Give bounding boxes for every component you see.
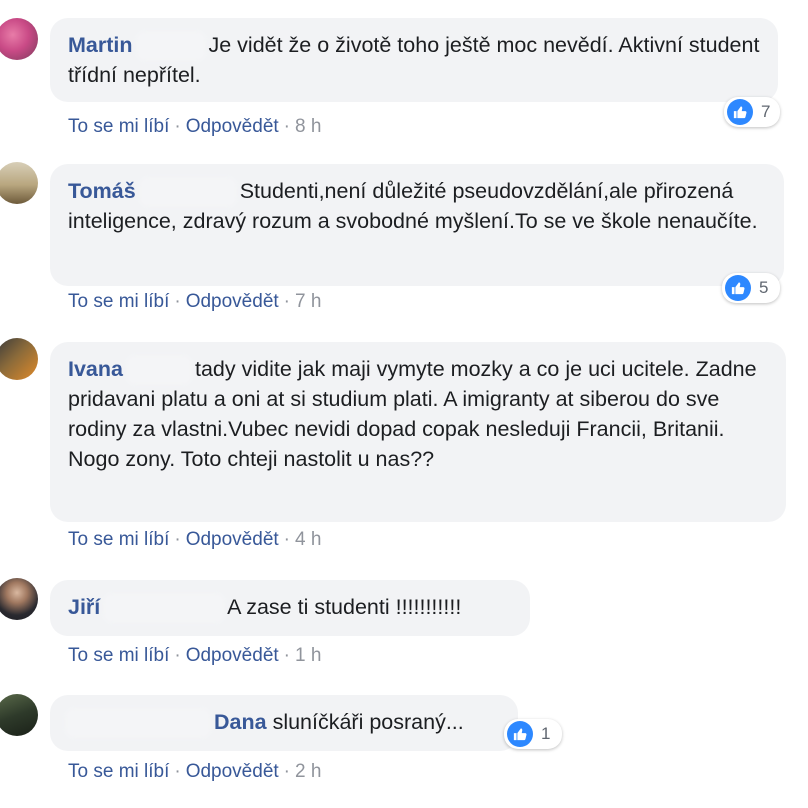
reaction-count[interactable]: 7 (724, 97, 780, 127)
avatar[interactable] (0, 162, 38, 204)
redacted-name (128, 358, 189, 383)
like-link[interactable]: To se mi líbí (68, 291, 169, 312)
like-link[interactable]: To se mi líbí (68, 116, 169, 137)
comment-author[interactable]: Ivana (68, 357, 123, 381)
reply-link[interactable]: Odpovědět (186, 645, 279, 666)
timestamp[interactable]: 7 h (295, 291, 321, 312)
comment-bubble: Jiří A zase ti studenti !!!!!!!!!!! (50, 580, 530, 636)
comment-actions: To se mi líbí · Odpovědět · 8 h (68, 116, 321, 138)
redacted-name (68, 711, 208, 736)
reply-link[interactable]: Odpovědět (186, 291, 279, 312)
comment-bubble: Tomáš Studenti,není důležité pseudovzděl… (50, 164, 784, 286)
like-icon (725, 275, 751, 301)
reaction-number: 5 (759, 278, 769, 297)
comment-author[interactable]: Tomáš (68, 179, 136, 203)
timestamp[interactable]: 2 h (295, 761, 321, 782)
avatar[interactable] (0, 338, 38, 380)
like-icon (507, 721, 533, 747)
avatar[interactable] (0, 18, 38, 60)
like-link[interactable]: To se mi líbí (68, 645, 169, 666)
separator-dot: · (174, 116, 181, 137)
like-link[interactable]: To se mi líbí (68, 761, 169, 782)
separator-dot: · (174, 645, 181, 666)
comment-actions: To se mi líbí · Odpovědět · 2 h (68, 761, 321, 783)
separator-dot: · (174, 761, 181, 782)
reaction-count[interactable]: 5 (722, 273, 780, 303)
separator-dot: · (283, 529, 290, 550)
comment-text: A zase ti studenti !!!!!!!!!!! (227, 595, 462, 619)
like-link[interactable]: To se mi líbí (68, 529, 169, 550)
comment-actions: To se mi líbí · Odpovědět · 4 h (68, 529, 321, 551)
comment-text: sluníčkáři posraný... (272, 710, 464, 734)
comment-author[interactable]: Dana (214, 710, 267, 734)
redacted-name (138, 34, 203, 59)
comment-bubble: Dana sluníčkáři posraný... (50, 695, 518, 751)
separator-dot: · (283, 645, 290, 666)
redacted-name (141, 180, 234, 205)
comment-actions: To se mi líbí · Odpovědět · 1 h (68, 645, 321, 667)
comment-actions: To se mi líbí · Odpovědět · 7 h (68, 291, 321, 313)
like-icon (727, 99, 753, 125)
reaction-count[interactable]: 1 (504, 719, 562, 749)
comment-author[interactable]: Jiří (68, 595, 100, 619)
reaction-number: 7 (761, 102, 771, 121)
separator-dot: · (174, 291, 181, 312)
comment-bubble: Ivana tady vidite jak maji vymyte mozky … (50, 342, 786, 522)
timestamp[interactable]: 4 h (295, 529, 321, 550)
comment-bubble: Martin Je vidět že o životě toho ještě m… (50, 18, 778, 102)
separator-dot: · (283, 116, 290, 137)
reply-link[interactable]: Odpovědět (186, 761, 279, 782)
reaction-number: 1 (541, 724, 551, 743)
timestamp[interactable]: 8 h (295, 116, 321, 137)
separator-dot: · (283, 291, 290, 312)
comment-author[interactable]: Martin (68, 33, 133, 57)
separator-dot: · (283, 761, 290, 782)
reply-link[interactable]: Odpovědět (186, 529, 279, 550)
avatar[interactable] (0, 578, 38, 620)
separator-dot: · (174, 529, 181, 550)
timestamp[interactable]: 1 h (295, 645, 321, 666)
reply-link[interactable]: Odpovědět (186, 116, 279, 137)
redacted-name (106, 596, 223, 621)
avatar[interactable] (0, 694, 38, 736)
